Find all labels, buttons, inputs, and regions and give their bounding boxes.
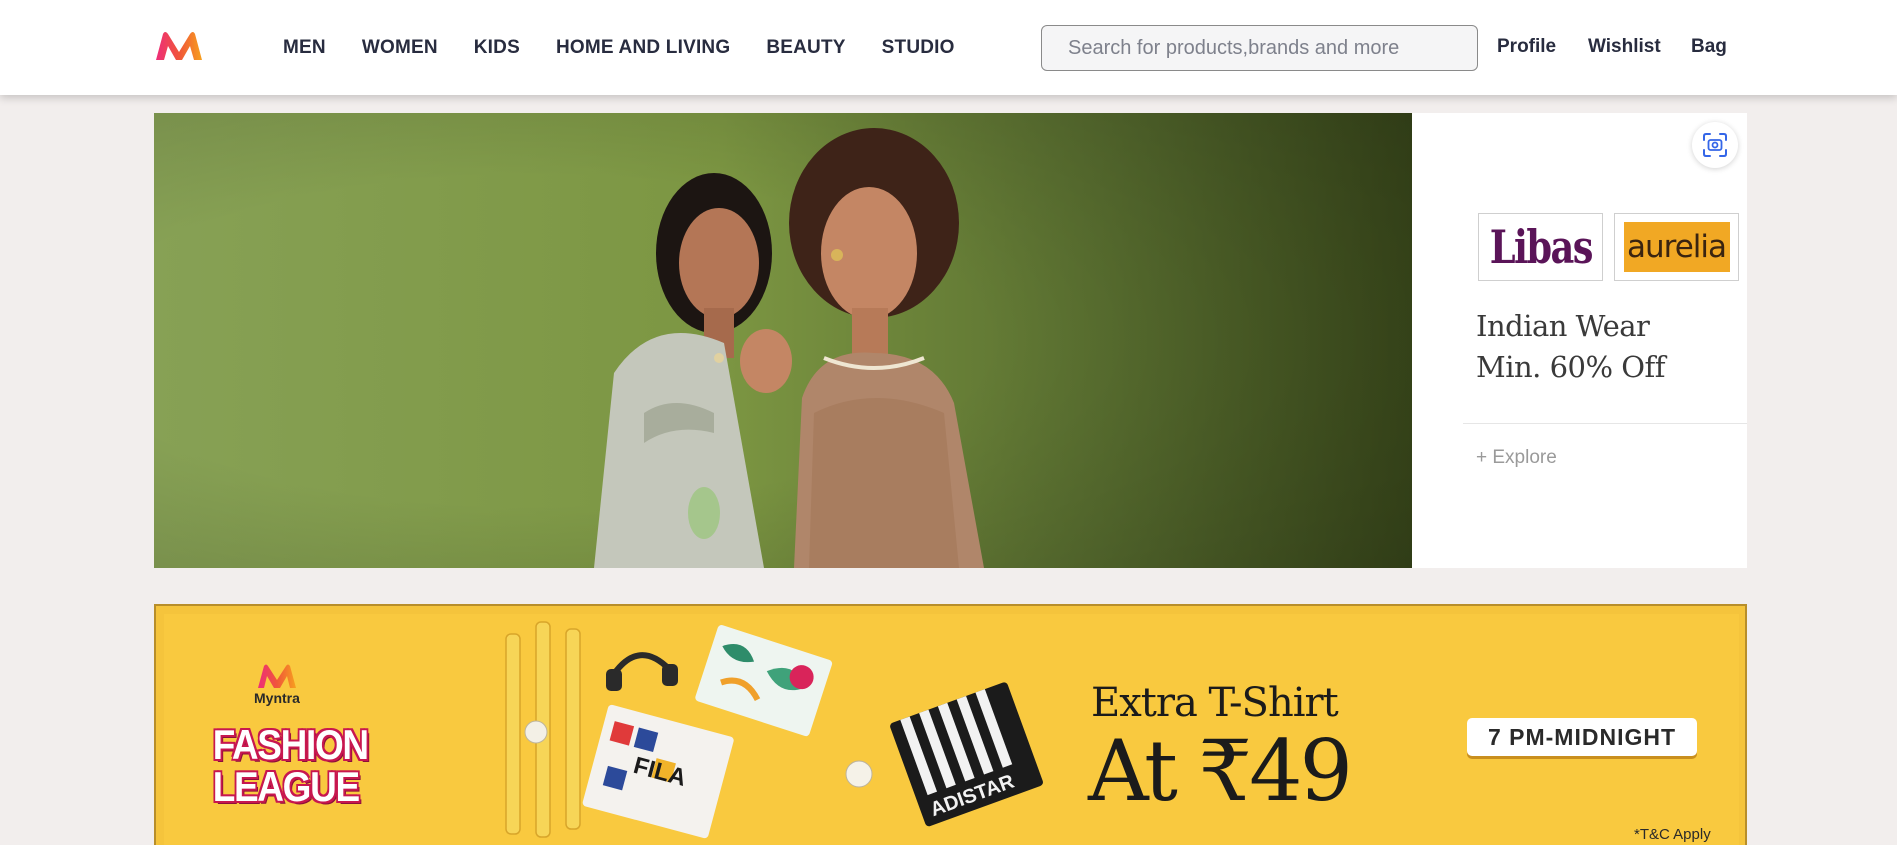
visual-search-icon bbox=[1703, 133, 1727, 157]
hero-offer-heading: Indian Wear Min. 60% Off bbox=[1476, 306, 1736, 388]
promo-myntra-label: Myntra bbox=[254, 690, 300, 706]
nav-studio[interactable]: STUDIO bbox=[882, 37, 955, 59]
nav-men[interactable]: MEN bbox=[283, 37, 326, 59]
main-nav: MEN WOMEN KIDS HOME AND LIVING BEAUTY ST… bbox=[283, 0, 991, 95]
visual-search-button[interactable] bbox=[1692, 122, 1738, 168]
promo-products-art: FILA ADISTAR bbox=[505, 621, 1043, 839]
divider bbox=[1463, 423, 1747, 424]
explore-link[interactable]: + Explore bbox=[1476, 447, 1557, 469]
offer-price: At ₹49 bbox=[1088, 722, 1353, 820]
promo-banner-inner: Myntra FASHION LEAGUE FILA ADISTAR Extra… bbox=[164, 614, 1739, 845]
promo-banner[interactable]: Myntra FASHION LEAGUE FILA ADISTAR Extra… bbox=[154, 604, 1747, 845]
brand-logo-libas[interactable]: Libas bbox=[1478, 213, 1603, 281]
top-header: MEN WOMEN KIDS HOME AND LIVING BEAUTY ST… bbox=[0, 0, 1897, 95]
bag-link[interactable]: Bag bbox=[1691, 36, 1727, 58]
nav-kids[interactable]: KIDS bbox=[474, 37, 520, 59]
search-input[interactable] bbox=[1041, 25, 1478, 71]
hero-heading-line2: Min. 60% Off bbox=[1476, 350, 1666, 384]
time-window-badge: 7 PM-MIDNIGHT bbox=[1467, 718, 1697, 756]
myntra-logo-icon[interactable] bbox=[154, 30, 204, 64]
terms-label: *T&C Apply bbox=[1634, 826, 1711, 843]
hero-models-photo bbox=[154, 113, 1412, 568]
nav-women[interactable]: WOMEN bbox=[362, 37, 438, 59]
nav-beauty[interactable]: BEAUTY bbox=[766, 37, 845, 59]
offer-line1: Extra T-Shirt bbox=[1091, 680, 1339, 726]
wishlist-link[interactable]: Wishlist bbox=[1588, 36, 1661, 58]
profile-link[interactable]: Profile bbox=[1497, 36, 1556, 58]
brand-logo-aurelia[interactable]: aurelia bbox=[1614, 213, 1739, 281]
hero-banner-image[interactable] bbox=[154, 113, 1412, 568]
aurelia-logo-bg: aurelia bbox=[1623, 222, 1730, 272]
fashion-league-title: FASHION LEAGUE bbox=[212, 721, 369, 810]
nav-home-and-living[interactable]: HOME AND LIVING bbox=[556, 37, 730, 59]
hero-heading-line1: Indian Wear bbox=[1476, 309, 1650, 343]
